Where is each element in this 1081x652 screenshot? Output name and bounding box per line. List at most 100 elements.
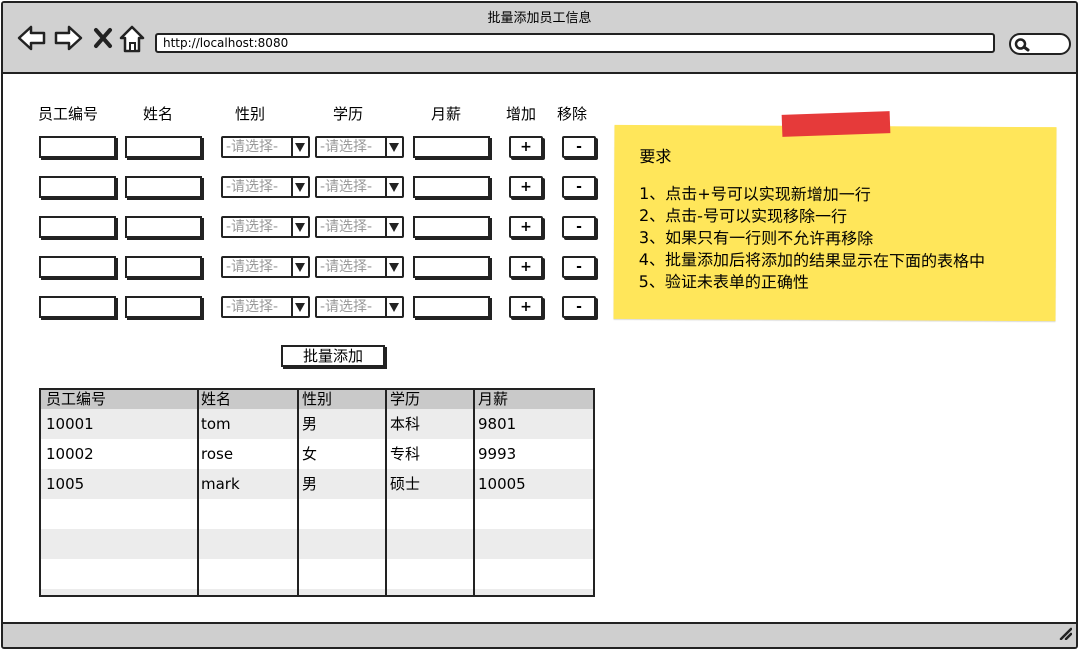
dropdown-arrow-icon <box>291 138 308 156</box>
gender-select[interactable]: -请选择- <box>221 136 310 158</box>
name-input[interactable] <box>125 216 202 238</box>
add-row-button[interactable]: + <box>509 216 543 238</box>
table-header-row: 员工编号 姓名 性别 学历 月薪 <box>41 390 593 409</box>
dropdown-arrow-icon <box>291 298 308 316</box>
note-item: 3、如果只有一行则不允许再移除 <box>638 227 874 249</box>
dropdown-arrow-icon <box>385 138 402 156</box>
name-input[interactable] <box>125 136 202 158</box>
remove-row-button[interactable]: - <box>562 136 596 158</box>
remove-row-button[interactable]: - <box>562 256 596 278</box>
add-row-button[interactable]: + <box>509 296 543 318</box>
back-arrow-icon[interactable] <box>17 24 47 56</box>
salary-input[interactable] <box>413 296 490 318</box>
requirements-note: 要求 1、点击+号可以实现新增加一行 2、点击-号可以实现移除一行 3、如果只有… <box>613 124 1057 322</box>
gender-select-value: -请选择- <box>226 299 279 315</box>
table-header-id: 员工编号 <box>46 390 107 408</box>
salary-input[interactable] <box>413 176 490 198</box>
table-header-salary: 月薪 <box>478 390 509 408</box>
gender-select[interactable]: -请选择- <box>221 176 310 198</box>
remove-row-button[interactable]: - <box>562 296 596 318</box>
header-employee-id: 员工编号 <box>38 105 99 123</box>
table-header-education: 学历 <box>390 390 421 408</box>
gender-select[interactable]: -请选择- <box>221 256 310 278</box>
browser-chrome: 批量添加员工信息 http://localhost:8080 <box>3 3 1076 74</box>
header-education: 学历 <box>333 105 364 123</box>
education-select-value: -请选择- <box>320 259 373 275</box>
education-select[interactable]: -请选择- <box>315 176 404 198</box>
address-bar[interactable]: http://localhost:8080 <box>155 33 995 53</box>
salary-input[interactable] <box>413 136 490 158</box>
education-select[interactable]: -请选择- <box>315 216 404 238</box>
dropdown-arrow-icon <box>385 298 402 316</box>
gender-select[interactable]: -请选择- <box>221 216 310 238</box>
education-select-value: -请选择- <box>320 219 373 235</box>
header-remove: 移除 <box>557 105 588 123</box>
add-row-button[interactable]: + <box>509 256 543 278</box>
cell-id: 1005 <box>46 475 85 493</box>
column-divider <box>385 390 387 595</box>
header-name: 姓名 <box>143 105 174 123</box>
name-input[interactable] <box>125 256 202 278</box>
home-icon[interactable] <box>119 25 145 57</box>
add-row-button[interactable]: + <box>509 136 543 158</box>
cell-gender: 女 <box>302 445 318 463</box>
gender-select-value: -请选择- <box>226 259 279 275</box>
gender-select-value: -请选择- <box>226 179 279 195</box>
resize-grip-icon[interactable] <box>1058 625 1073 644</box>
education-select[interactable]: -请选择- <box>315 296 404 318</box>
cell-name: mark <box>201 475 240 493</box>
note-item: 5、验证未表单的正确性 <box>638 271 809 292</box>
education-select[interactable]: -请选择- <box>315 256 404 278</box>
employee-id-input[interactable] <box>39 256 116 278</box>
cell-name: rose <box>201 445 234 463</box>
note-tape <box>781 111 891 137</box>
salary-input[interactable] <box>413 256 490 278</box>
add-row-button[interactable]: + <box>509 176 543 198</box>
gender-select-value: -请选择- <box>226 219 279 235</box>
table-row-empty <box>41 589 593 595</box>
cell-education: 专科 <box>390 445 421 463</box>
note-item: 2、点击-号可以实现移除一行 <box>638 205 848 227</box>
table-row-empty <box>41 559 593 589</box>
employee-id-input[interactable] <box>39 136 116 158</box>
gender-select[interactable]: -请选择- <box>221 296 310 318</box>
remove-row-button[interactable]: - <box>562 176 596 198</box>
employee-id-input[interactable] <box>39 176 116 198</box>
cell-gender: 男 <box>302 415 318 433</box>
cell-salary: 9993 <box>478 445 517 463</box>
dropdown-arrow-icon <box>385 178 402 196</box>
cell-education: 硕士 <box>390 475 421 493</box>
header-salary: 月薪 <box>431 105 462 123</box>
dropdown-arrow-icon <box>291 258 308 276</box>
cell-name: tom <box>201 415 231 433</box>
batch-add-button[interactable]: 批量添加 <box>281 345 385 367</box>
search-icon <box>1014 38 1030 52</box>
table-row-empty <box>41 529 593 559</box>
cell-salary: 10005 <box>478 475 526 493</box>
column-divider <box>473 390 475 595</box>
window-title: 批量添加员工信息 <box>487 11 592 26</box>
remove-row-button[interactable]: - <box>562 216 596 238</box>
note-item: 1、点击+号可以实现新增加一行 <box>639 183 871 205</box>
dropdown-arrow-icon <box>291 178 308 196</box>
table-header-name: 姓名 <box>201 390 232 408</box>
dropdown-arrow-icon <box>385 258 402 276</box>
table-header-gender: 性别 <box>302 390 333 408</box>
employee-id-input[interactable] <box>39 216 116 238</box>
name-input[interactable] <box>125 296 202 318</box>
table-row: 10001 tom 男 本科 9801 <box>41 409 593 439</box>
cell-id: 10001 <box>46 415 94 433</box>
close-icon[interactable] <box>93 27 113 53</box>
table-row: 10002 rose 女 专科 9993 <box>41 439 593 469</box>
education-select[interactable]: -请选择- <box>315 136 404 158</box>
salary-input[interactable] <box>413 216 490 238</box>
browser-window: 批量添加员工信息 http://localhost:8080 员工编号 姓名 性… <box>1 1 1078 649</box>
employee-id-input[interactable] <box>39 296 116 318</box>
dropdown-arrow-icon <box>385 218 402 236</box>
forward-arrow-icon[interactable] <box>53 24 83 56</box>
table-row: 1005 mark 男 硕士 10005 <box>41 469 593 499</box>
cell-id: 10002 <box>46 445 94 463</box>
search-input[interactable] <box>1009 33 1071 55</box>
cell-salary: 9801 <box>478 415 517 433</box>
name-input[interactable] <box>125 176 202 198</box>
